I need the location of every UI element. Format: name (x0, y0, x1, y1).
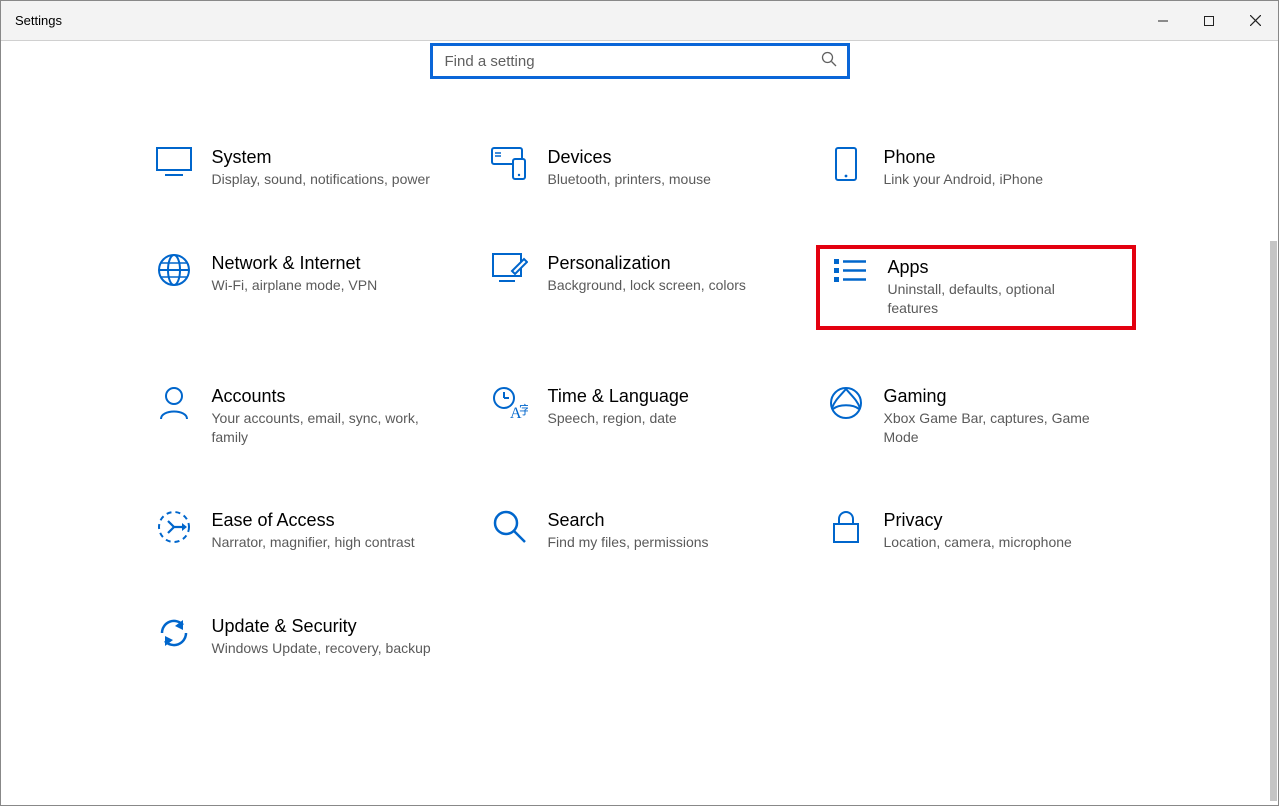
phone-icon (822, 147, 870, 181)
category-accounts[interactable]: Accounts Your accounts, email, sync, wor… (144, 378, 464, 455)
category-system[interactable]: System Display, sound, notifications, po… (144, 139, 464, 197)
category-title: Apps (888, 257, 1108, 278)
window-title: Settings (15, 13, 1140, 28)
category-apps[interactable]: Apps Uninstall, defaults, optional featu… (816, 245, 1136, 330)
category-update[interactable]: Update & Security Windows Update, recove… (144, 608, 464, 666)
category-desc: Uninstall, defaults, optional features (888, 280, 1108, 318)
category-title: Ease of Access (212, 510, 415, 531)
category-title: Update & Security (212, 616, 431, 637)
category-phone[interactable]: Phone Link your Android, iPhone (816, 139, 1136, 197)
maximize-button[interactable] (1186, 1, 1232, 40)
system-icon (150, 147, 198, 177)
category-network[interactable]: Network & Internet Wi-Fi, airplane mode,… (144, 245, 464, 330)
search-input[interactable] (445, 53, 821, 70)
lock-icon (822, 510, 870, 544)
category-desc: Display, sound, notifications, power (212, 170, 430, 189)
category-desc: Your accounts, email, sync, work, family (212, 409, 432, 447)
category-desc: Bluetooth, printers, mouse (548, 170, 711, 189)
category-title: System (212, 147, 430, 168)
search-category-icon (486, 510, 534, 544)
category-desc: Speech, region, date (548, 409, 689, 428)
gaming-icon (822, 386, 870, 420)
globe-icon (150, 253, 198, 287)
category-gaming[interactable]: Gaming Xbox Game Bar, captures, Game Mod… (816, 378, 1136, 455)
category-desc: Xbox Game Bar, captures, Game Mode (884, 409, 1104, 447)
svg-text:字: 字 (519, 402, 528, 417)
category-desc: Link your Android, iPhone (884, 170, 1044, 189)
search-container (1, 43, 1278, 79)
category-desc: Find my files, permissions (548, 533, 709, 552)
search-icon (821, 51, 837, 72)
category-search[interactable]: Search Find my files, permissions (480, 502, 800, 560)
category-privacy[interactable]: Privacy Location, camera, microphone (816, 502, 1136, 560)
category-title: Devices (548, 147, 711, 168)
window-controls (1140, 1, 1278, 40)
vertical-scrollbar[interactable] (1270, 241, 1277, 801)
category-title: Personalization (548, 253, 746, 274)
devices-icon (486, 147, 534, 181)
category-title: Search (548, 510, 709, 531)
time-language-icon: A字 (486, 386, 534, 420)
category-desc: Wi-Fi, airplane mode, VPN (212, 276, 378, 295)
title-bar: Settings (1, 1, 1278, 41)
category-title: Accounts (212, 386, 432, 407)
apps-icon (826, 257, 874, 285)
ease-of-access-icon (150, 510, 198, 544)
accounts-icon (150, 386, 198, 420)
update-icon (150, 616, 198, 650)
category-personalization[interactable]: Personalization Background, lock screen,… (480, 245, 800, 330)
category-title: Time & Language (548, 386, 689, 407)
personalization-icon (486, 253, 534, 283)
category-title: Privacy (884, 510, 1072, 531)
category-desc: Location, camera, microphone (884, 533, 1072, 552)
category-title: Gaming (884, 386, 1104, 407)
category-desc: Narrator, magnifier, high contrast (212, 533, 415, 552)
category-time[interactable]: A字 Time & Language Speech, region, date (480, 378, 800, 455)
category-ease[interactable]: Ease of Access Narrator, magnifier, high… (144, 502, 464, 560)
category-title: Network & Internet (212, 253, 378, 274)
category-desc: Windows Update, recovery, backup (212, 639, 431, 658)
search-box[interactable] (430, 43, 850, 79)
content-area: System Display, sound, notifications, po… (1, 43, 1278, 696)
category-devices[interactable]: Devices Bluetooth, printers, mouse (480, 139, 800, 197)
category-title: Phone (884, 147, 1044, 168)
settings-grid: System Display, sound, notifications, po… (1, 139, 1278, 666)
category-desc: Background, lock screen, colors (548, 276, 746, 295)
minimize-button[interactable] (1140, 1, 1186, 40)
close-button[interactable] (1232, 1, 1278, 40)
